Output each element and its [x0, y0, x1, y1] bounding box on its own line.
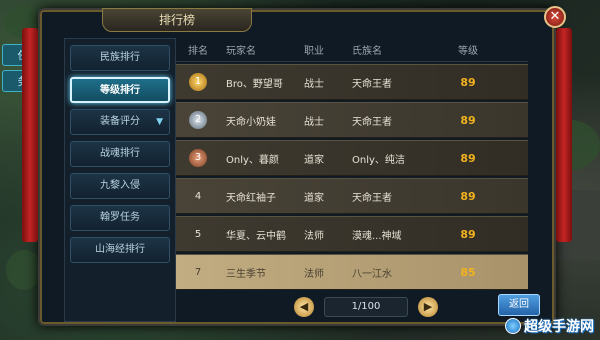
player-name: 天命红袖子	[226, 192, 276, 204]
close-button[interactable]: ✕	[544, 6, 566, 28]
sidebar-item-label: 装备评分	[100, 116, 140, 127]
red-curtain-right	[556, 28, 572, 242]
player-name: 华夏、云中鹤	[226, 230, 286, 242]
player-name: Bro、野望哥	[226, 78, 283, 90]
rank-number: 5	[194, 228, 202, 240]
prev-page-button[interactable]: ◀	[294, 297, 314, 317]
table-body: 1 Bro、野望哥 战士 天命王者 89 2 天命小奶娃 战士 天命王者 89 …	[176, 64, 528, 290]
player-level: 89	[460, 189, 476, 203]
rank-number: 7	[194, 266, 202, 278]
rank-number: 4	[194, 190, 202, 202]
player-job: 道家	[304, 192, 324, 204]
header-level: 等级	[458, 46, 478, 57]
table-row-self[interactable]: 7 三生季节 法师 八一江水 85	[176, 254, 528, 290]
player-level: 89	[460, 151, 476, 165]
sidebar-item-ethnic-rank[interactable]: 民族排行	[70, 45, 170, 71]
player-job: 道家	[304, 154, 324, 166]
player-level: 89	[460, 113, 476, 127]
player-level: 89	[460, 75, 476, 89]
player-level: 85	[460, 265, 476, 279]
header-guild: 氏族名	[352, 46, 382, 57]
pagination: ◀ 1/100 ▶	[266, 294, 466, 320]
player-guild: 漠魂...神域	[352, 230, 402, 242]
red-curtain-left	[22, 28, 38, 242]
window-title: 排行榜	[102, 8, 252, 32]
sidebar-item-label: 翰罗任务	[100, 212, 140, 223]
player-name: Only、暮颜	[226, 154, 279, 166]
bronze-medal-icon: 3	[189, 149, 207, 167]
player-name: 天命小奶娃	[226, 116, 276, 128]
header-rank: 排名	[188, 46, 208, 57]
player-guild: 天命王者	[352, 116, 392, 128]
ranking-table: 排名 玩家名 职业 氏族名 等级 1 Bro、野望哥 战士 天命王者 89 2 …	[176, 38, 528, 290]
chevron-down-icon: ▼	[156, 117, 163, 127]
sidebar-item-level-rank[interactable]: 等级排行	[70, 77, 170, 103]
player-job: 法师	[304, 268, 324, 280]
sidebar-item-gear-score[interactable]: 装备评分 ▼	[70, 109, 170, 135]
table-row[interactable]: 5 华夏、云中鹤 法师 漠魂...神域 89	[176, 216, 528, 252]
sidebar-item-label: 山海经排行	[95, 244, 145, 255]
player-job: 战士	[304, 116, 324, 128]
leaderboard-window: 排行榜 ✕ 民族排行 等级排行 装备评分 ▼ 战魂排行 九黎入侵 翰罗任务 山海经…	[22, 6, 572, 326]
table-row[interactable]: 2 天命小奶娃 战士 天命王者 89	[176, 102, 528, 138]
player-name: 三生季节	[226, 268, 266, 280]
site-watermark: 超级手游网	[505, 316, 594, 336]
table-row[interactable]: 1 Bro、野望哥 战士 天命王者 89	[176, 64, 528, 100]
table-row[interactable]: 3 Only、暮颜 道家 Only、纯洁 89	[176, 140, 528, 176]
gold-medal-icon: 1	[189, 73, 207, 91]
table-row[interactable]: 4 天命红袖子 道家 天命王者 89	[176, 178, 528, 214]
site-logo-icon	[505, 318, 521, 334]
category-sidebar: 民族排行 等级排行 装备评分 ▼ 战魂排行 九黎入侵 翰罗任务 山海经排行	[64, 38, 176, 322]
player-job: 法师	[304, 230, 324, 242]
sidebar-item-label: 战魂排行	[100, 148, 140, 159]
sidebar-item-hanluo-quest[interactable]: 翰罗任务	[70, 205, 170, 231]
player-guild: 天命王者	[352, 78, 392, 90]
sidebar-item-shanhaijing-rank[interactable]: 山海经排行	[70, 237, 170, 263]
table-header: 排名 玩家名 职业 氏族名 等级	[176, 38, 528, 62]
next-page-button[interactable]: ▶	[418, 297, 438, 317]
watermark-text: 超级手游网	[524, 319, 594, 335]
sidebar-item-label: 九黎入侵	[100, 180, 140, 191]
page-indicator: 1/100	[324, 297, 408, 317]
player-level: 89	[460, 227, 476, 241]
player-guild: Only、纯洁	[352, 154, 405, 166]
sidebar-item-soul-rank[interactable]: 战魂排行	[70, 141, 170, 167]
back-button[interactable]: 返回	[498, 294, 540, 316]
sidebar-item-jiuli-invasion[interactable]: 九黎入侵	[70, 173, 170, 199]
player-job: 战士	[304, 78, 324, 90]
silver-medal-icon: 2	[189, 111, 207, 129]
header-player-name: 玩家名	[226, 46, 256, 57]
header-job: 职业	[304, 46, 324, 57]
sidebar-item-label: 民族排行	[100, 52, 140, 63]
player-guild: 天命王者	[352, 192, 392, 204]
player-guild: 八一江水	[352, 268, 392, 280]
sidebar-item-label: 等级排行	[100, 85, 140, 96]
